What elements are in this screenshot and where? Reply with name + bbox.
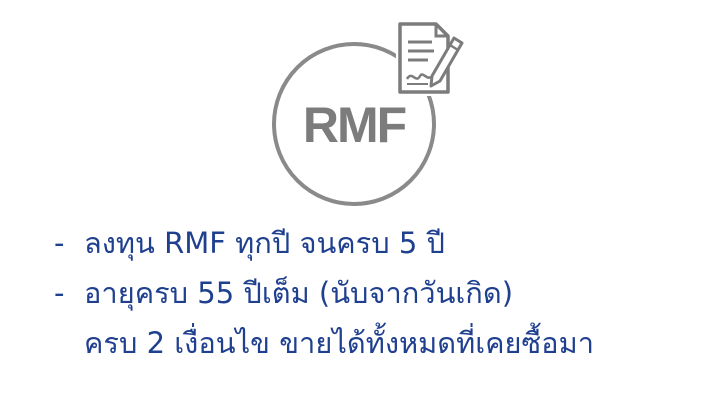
condition-summary-text: ครบ 2 เงื่อนไข ขายได้ทั้งหมดที่เคยซื้อมา: [84, 326, 594, 360]
bullet-dash: -: [54, 276, 65, 310]
bullet-dash: -: [54, 226, 65, 260]
logo-text: RMF: [303, 97, 406, 153]
page: RMF - ลงทุน RMF ทุกปี จนครบ 5 ปี - อายุค…: [0, 0, 720, 420]
signed-contract-icon: [396, 22, 464, 96]
rmf-logo: RMF: [272, 22, 464, 206]
condition-text: ลงทุน RMF ทุกปี จนครบ 5 ปี: [84, 226, 445, 260]
condition-list: - ลงทุน RMF ทุกปี จนครบ 5 ปี - อายุครบ 5…: [54, 218, 694, 368]
condition-text: อายุครบ 55 ปีเต็ม (นับจากวันเกิด): [84, 276, 514, 310]
condition-item: - ลงทุน RMF ทุกปี จนครบ 5 ปี: [54, 218, 694, 268]
condition-summary: ครบ 2 เงื่อนไข ขายได้ทั้งหมดที่เคยซื้อมา: [54, 318, 694, 368]
condition-item: - อายุครบ 55 ปีเต็ม (นับจากวันเกิด): [54, 268, 694, 318]
